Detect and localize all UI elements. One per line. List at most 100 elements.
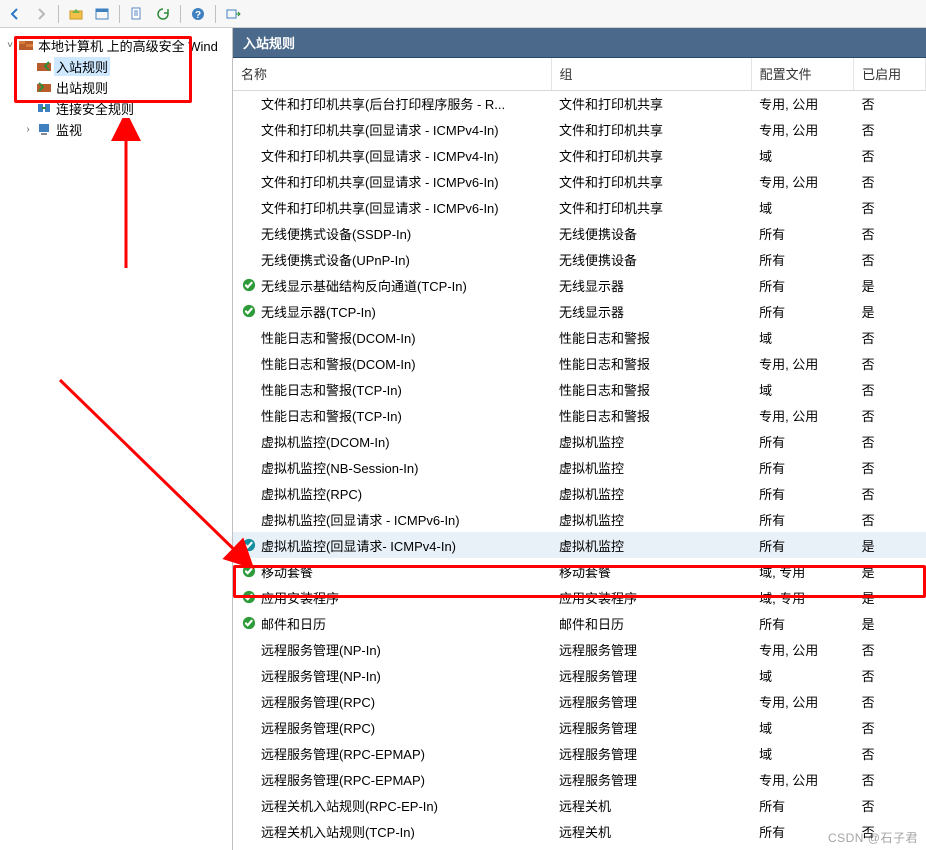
rule-enabled: 否: [854, 740, 926, 766]
rule-group: 文件和打印机共享: [551, 116, 751, 142]
rule-profile: 域: [751, 740, 854, 766]
svg-text:?: ?: [195, 10, 201, 21]
new-button[interactable]: [126, 3, 148, 25]
rule-enabled: 否: [854, 766, 926, 792]
col-group[interactable]: 组: [551, 58, 751, 90]
rule-enabled: 否: [854, 506, 926, 532]
col-name[interactable]: 名称: [233, 58, 551, 90]
rule-enabled: 否: [854, 220, 926, 246]
collapse-icon[interactable]: ˅: [4, 40, 16, 51]
rule-group: 虚拟机监控: [551, 454, 751, 480]
rule-group: 无线显示器: [551, 272, 751, 298]
rule-enabled: 否: [854, 246, 926, 272]
rule-name: 虚拟机监控(NB-Session-In): [261, 458, 418, 477]
action-button[interactable]: [222, 3, 244, 25]
rule-name: 虚拟机监控(回显请求- ICMPv4-In): [261, 536, 456, 555]
rule-profile: 所有: [751, 428, 854, 454]
rule-row[interactable]: 文件和打印机共享(回显请求 - ICMPv4-In)文件和打印机共享域否: [233, 142, 926, 168]
rule-enabled: 否: [854, 662, 926, 688]
rule-group: 性能日志和警报: [551, 376, 751, 402]
rule-row[interactable]: 远程服务管理(RPC-EPMAP)远程服务管理专用, 公用否: [233, 766, 926, 792]
view-button[interactable]: [91, 3, 113, 25]
rule-row[interactable]: 文件和打印机共享(后台打印程序服务 - R...文件和打印机共享专用, 公用否: [233, 90, 926, 116]
rule-row[interactable]: 邮件和日历邮件和日历所有是: [233, 610, 926, 636]
rule-name: 无线便携式设备(SSDP-In): [261, 224, 411, 243]
rule-row[interactable]: 文件和打印机共享(回显请求 - ICMPv6-In)文件和打印机共享域否: [233, 194, 926, 220]
rule-row[interactable]: 无线显示基础结构反向通道(TCP-In)无线显示器所有是: [233, 272, 926, 298]
rule-enabled: 是: [854, 584, 926, 610]
rule-group: 移动套餐: [551, 558, 751, 584]
rule-row[interactable]: 虚拟机监控(回显请求- ICMPv4-In)虚拟机监控所有是: [233, 532, 926, 558]
blank-icon: [241, 355, 257, 371]
tree-root[interactable]: ˅ 本地计算机 上的高级安全 Wind: [0, 35, 232, 55]
rule-name: 虚拟机监控(回显请求 - ICMPv6-In): [261, 510, 460, 529]
rule-row[interactable]: 移动套餐移动套餐域, 专用是: [233, 558, 926, 584]
blank-icon: [241, 667, 257, 683]
rule-name: 性能日志和警报(DCOM-In): [261, 354, 416, 373]
toolbar-separator: [58, 5, 59, 23]
rule-row[interactable]: 无线便携式设备(SSDP-In)无线便携设备所有否: [233, 220, 926, 246]
expand-icon[interactable]: ›: [22, 124, 34, 135]
rule-enabled: 否: [854, 376, 926, 402]
rule-row[interactable]: 文件和打印机共享(回显请求 - ICMPv6-In)文件和打印机共享专用, 公用…: [233, 168, 926, 194]
rule-name: 文件和打印机共享(回显请求 - ICMPv6-In): [261, 198, 499, 217]
rule-enabled: 是: [854, 532, 926, 558]
rule-enabled: 否: [854, 480, 926, 506]
rule-enabled: 否: [854, 792, 926, 818]
tree-item-icon: [36, 100, 52, 116]
help-button[interactable]: ?: [187, 3, 209, 25]
rule-profile: 专用, 公用: [751, 688, 854, 714]
blank-icon: [241, 329, 257, 345]
rule-row[interactable]: 远程服务管理(RPC-EPMAP)远程服务管理域否: [233, 740, 926, 766]
rule-group: 无线便携设备: [551, 246, 751, 272]
tree-item-2[interactable]: 连接安全规则: [0, 98, 232, 118]
rule-name: 文件和打印机共享(回显请求 - ICMPv4-In): [261, 120, 499, 139]
rule-row[interactable]: 无线便携式设备(UPnP-In)无线便携设备所有否: [233, 246, 926, 272]
rule-enabled: 否: [854, 454, 926, 480]
rule-name: 远程关机入站规则(TCP-In): [261, 822, 415, 841]
rule-row[interactable]: 远程服务管理(NP-In)远程服务管理专用, 公用否: [233, 636, 926, 662]
forward-button[interactable]: [30, 3, 52, 25]
rule-name: 远程服务管理(NP-In): [261, 666, 381, 685]
rule-profile: 所有: [751, 220, 854, 246]
rule-name: 远程服务管理(NP-In): [261, 640, 381, 659]
rule-row[interactable]: 文件和打印机共享(回显请求 - ICMPv4-In)文件和打印机共享专用, 公用…: [233, 116, 926, 142]
blank-icon: [241, 95, 257, 111]
tree-item-3[interactable]: ›监视: [0, 119, 232, 139]
folder-up-button[interactable]: [65, 3, 87, 25]
rule-row[interactable]: 应用安装程序应用安装程序域, 专用是: [233, 584, 926, 610]
rule-group: 邮件和日历: [551, 610, 751, 636]
rule-row[interactable]: 虚拟机监控(回显请求 - ICMPv6-In)虚拟机监控所有否: [233, 506, 926, 532]
rule-profile: 域: [751, 662, 854, 688]
rule-row[interactable]: 远程关机入站规则(RPC-EP-In)远程关机所有否: [233, 792, 926, 818]
col-profile[interactable]: 配置文件: [751, 58, 854, 90]
rule-row[interactable]: 无线显示器(TCP-In)无线显示器所有是: [233, 298, 926, 324]
rule-row[interactable]: 虚拟机监控(NB-Session-In)虚拟机监控所有否: [233, 454, 926, 480]
refresh-button[interactable]: [152, 3, 174, 25]
rule-profile: 专用, 公用: [751, 402, 854, 428]
rule-row[interactable]: 性能日志和警报(DCOM-In)性能日志和警报域否: [233, 324, 926, 350]
toolbar: ?: [0, 0, 926, 28]
rule-row[interactable]: 虚拟机监控(DCOM-In)虚拟机监控所有否: [233, 428, 926, 454]
rule-row[interactable]: 性能日志和警报(DCOM-In)性能日志和警报专用, 公用否: [233, 350, 926, 376]
tree-item-1[interactable]: 出站规则: [0, 77, 232, 97]
rule-enabled: 是: [854, 272, 926, 298]
rule-name: 虚拟机监控(RPC): [261, 484, 362, 503]
rules-table-wrap[interactable]: 名称 组 配置文件 已启用 文件和打印机共享(后台打印程序服务 - R...文件…: [233, 58, 926, 850]
back-button[interactable]: [4, 3, 26, 25]
rule-row[interactable]: 虚拟机监控(RPC)虚拟机监控所有否: [233, 480, 926, 506]
rule-row[interactable]: 性能日志和警报(TCP-In)性能日志和警报域否: [233, 376, 926, 402]
rule-row[interactable]: 远程服务管理(RPC)远程服务管理域否: [233, 714, 926, 740]
rule-enabled: 否: [854, 324, 926, 350]
rule-row[interactable]: 远程服务管理(RPC)远程服务管理专用, 公用否: [233, 688, 926, 714]
rule-row[interactable]: 性能日志和警报(TCP-In)性能日志和警报专用, 公用否: [233, 402, 926, 428]
col-enabled[interactable]: 已启用: [854, 58, 926, 90]
rule-row[interactable]: 远程关机入站规则(TCP-In)远程关机所有否: [233, 818, 926, 844]
rule-row[interactable]: 远程服务管理(NP-In)远程服务管理域否: [233, 662, 926, 688]
rule-profile: 专用, 公用: [751, 350, 854, 376]
rule-enabled: 是: [854, 558, 926, 584]
tree-item-0[interactable]: 入站规则: [0, 56, 232, 76]
rule-group: 远程服务管理: [551, 688, 751, 714]
rule-enabled: 否: [854, 90, 926, 116]
rule-enabled: 否: [854, 168, 926, 194]
